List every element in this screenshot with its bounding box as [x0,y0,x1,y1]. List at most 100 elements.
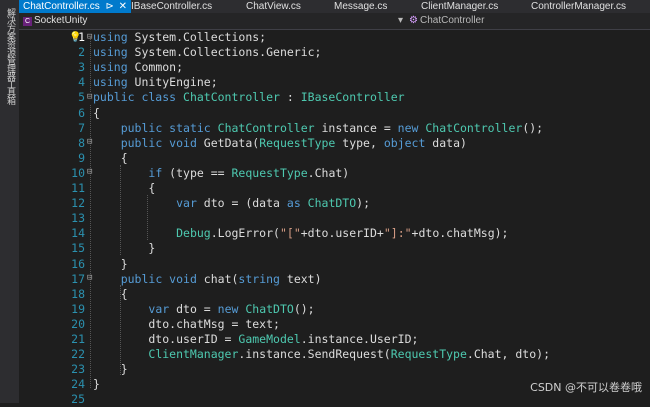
code-token: var [176,196,197,211]
tab-message[interactable]: Message.cs [334,0,387,13]
collapse-icon[interactable]: ⊟ [87,30,92,45]
code-token: +dto.userID+ [300,226,384,241]
collapse-icon[interactable]: ⊟ [87,165,92,180]
tab-ibasecontroller[interactable]: IBaseController.cs [131,0,212,13]
code-line[interactable]: using Common; [93,60,183,75]
collapse-icon[interactable]: ⊟ [87,271,92,286]
code-token: public static [120,120,218,135]
toolbox-tab[interactable]: 工具箱 [4,80,17,104]
code-token: .Chat, dto); [466,347,550,362]
tab-clientmanager[interactable]: ClientManager.cs [421,0,498,13]
code-line[interactable]: Debug.LogError("["+dto.userID+"]:"+dto.c… [93,226,508,241]
code-token: } [93,241,156,256]
code-token: dto = (data [196,196,287,211]
code-token: } [93,377,100,392]
watermark: CSDN @不可以卷卷哦 [530,381,642,394]
code-line[interactable]: { [93,181,155,196]
code-token: RequestType [259,135,336,150]
navigation-bar: C SocketUnity ▾ ⚙ ChatController [19,13,650,30]
tab-chatview[interactable]: ChatView.cs [246,0,301,13]
code-line[interactable]: { [93,106,100,121]
pin-icon[interactable]: ⊳ [105,1,113,12]
line-number: 19 [71,301,85,316]
fold-guide [90,37,91,92]
code-line[interactable]: public void chat(string text) [93,272,322,287]
code-line[interactable]: public class ChatController : IBaseContr… [93,90,405,105]
member-dropdown[interactable]: ⚙ ChatController [409,14,644,27]
code-token: : [279,90,301,105]
code-token: new [397,120,426,135]
code-line[interactable]: using System.Collections.Generic; [93,45,322,60]
code-token: Common; [127,60,184,75]
line-number: 14 [71,226,85,241]
line-number: 15 [71,241,85,256]
code-token: .instance.SendRequest( [238,347,391,362]
line-number: 1 [78,30,85,44]
code-token: { [93,105,100,120]
left-tool-strip: 解决方案资源管理器 工具箱 [0,0,20,403]
code-line[interactable]: } [93,257,128,272]
code-token: (type == [162,165,232,180]
line-number: 8 [78,135,85,150]
code-token: instance = [314,120,398,135]
code-token: chat( [203,271,239,286]
code-line[interactable]: var dto = (data as ChatDTO); [93,196,370,211]
code-token: (); [293,301,315,316]
tab-controllermanager[interactable]: ControllerManager.cs [531,0,626,13]
code-token: using [93,45,128,60]
code-line[interactable]: public static ChatController instance = … [93,121,543,136]
tab-label: ChatController.cs [23,1,100,12]
line-number: 10 [71,165,85,180]
code-token: ChatController [183,90,280,105]
solution-explorer-tab[interactable]: 解决方案资源管理器 [4,8,17,80]
code-token: text) [279,271,322,286]
code-line[interactable]: var dto = new ChatDTO(); [93,301,315,317]
code-line[interactable]: { [93,287,128,302]
code-token: ChatController [217,120,315,135]
line-number: 6 [78,105,85,120]
code-token: ChatController [425,120,523,135]
line-number: 25 [71,392,85,407]
document-tab-bar: ChatController.cs ⊳ ✕ IBaseController.cs… [19,0,650,13]
code-token: { [93,181,156,195]
code-line[interactable]: } [93,241,155,256]
code-line[interactable]: dto.chatMsg = text; [93,317,280,332]
line-number: 5 [78,90,85,105]
code-token: var [148,301,170,316]
code-token: +dto.chatMsg); [411,226,509,241]
code-line[interactable]: } [93,377,100,392]
code-line[interactable]: ClientManager.instance.SendRequest(Reque… [93,347,550,362]
code-token: System.Collections; [127,30,267,44]
code-line[interactable]: public void GetData(RequestType type, ob… [93,136,467,151]
code-token: GameModel [238,332,301,346]
code-line[interactable]: using UnityEngine; [93,75,218,90]
code-line[interactable]: if (type == RequestType.Chat) [93,166,349,181]
collapse-icon[interactable]: ⊟ [87,90,92,105]
code-line[interactable]: } [93,362,128,377]
line-number: 3 [78,60,85,75]
code-line[interactable]: dto.userID = GameModel.instance.UserID; [93,332,418,347]
tab-chatcontroller[interactable]: ChatController.cs ⊳ ✕ [19,0,132,13]
collapse-icon[interactable]: ⊟ [87,135,92,150]
close-icon[interactable]: ✕ [119,1,127,12]
line-number: 17 [71,271,85,286]
line-number: 21 [71,332,85,346]
code-token: ChatDTO [307,196,357,211]
code-line[interactable]: using System.Collections; [93,30,266,45]
code-line[interactable]: { [93,151,128,166]
code-token: type, [335,135,384,150]
line-number: 11 [71,181,85,195]
code-token: "]:" [383,226,412,241]
code-token: { [93,150,128,165]
code-token: using [93,30,128,44]
code-token: ); [356,196,370,211]
code-token: using [93,60,128,75]
project-dropdown[interactable]: C SocketUnity ▾ [23,14,403,27]
code-editor[interactable]: 💡 ⊟ ⊟ ⊟ ⊟ ⊟ 1 2 3 4 5 6 7 8 9 10 11 12 13 14 15 16 17 18 1… [19,30,650,406]
code-token: { [93,286,128,301]
